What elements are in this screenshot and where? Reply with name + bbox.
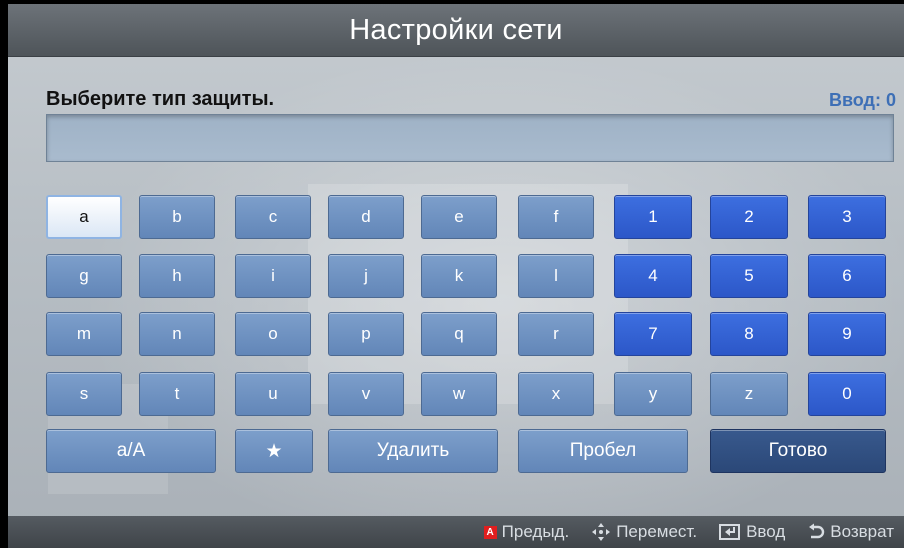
key-2[interactable]: 2	[710, 195, 788, 239]
key-s[interactable]: s	[46, 372, 122, 416]
hint-previous[interactable]: A Предыд.	[483, 522, 570, 542]
key-h[interactable]: h	[139, 254, 215, 298]
hint-return[interactable]: Возврат	[807, 522, 894, 542]
enter-icon	[719, 523, 741, 541]
delete-key[interactable]: Удалить	[328, 429, 498, 473]
key-g[interactable]: g	[46, 254, 122, 298]
key-f[interactable]: f	[518, 195, 594, 239]
input-counter: Ввод: 0	[828, 90, 896, 110]
key-c[interactable]: c	[235, 195, 311, 239]
red-badge-label: A	[483, 525, 497, 539]
hint-move-label: Перемест.	[616, 522, 698, 541]
key-a[interactable]: a	[46, 195, 122, 239]
star-key[interactable]: ★	[235, 429, 313, 473]
hint-enter-label: Ввод	[746, 522, 786, 541]
key-7[interactable]: 7	[614, 312, 692, 356]
key-q[interactable]: q	[421, 312, 497, 356]
key-w[interactable]: w	[421, 372, 497, 416]
key-r[interactable]: r	[518, 312, 594, 356]
space-key[interactable]: Пробел	[518, 429, 688, 473]
footer-hints: A Предыд. Перемест. Ввод Возврат	[8, 516, 904, 548]
key-l[interactable]: l	[518, 254, 594, 298]
key-b[interactable]: b	[139, 195, 215, 239]
key-9[interactable]: 9	[808, 312, 886, 356]
key-v[interactable]: v	[328, 372, 404, 416]
red-a-button-icon: A	[483, 525, 497, 539]
key-d[interactable]: d	[328, 195, 404, 239]
key-e[interactable]: e	[421, 195, 497, 239]
key-j[interactable]: j	[328, 254, 404, 298]
case-toggle-key[interactable]: a/A	[46, 429, 216, 473]
text-input[interactable]	[46, 114, 894, 162]
key-n[interactable]: n	[139, 312, 215, 356]
key-0[interactable]: 0	[808, 372, 886, 416]
key-p[interactable]: p	[328, 312, 404, 356]
key-m[interactable]: m	[46, 312, 122, 356]
key-u[interactable]: u	[235, 372, 311, 416]
key-i[interactable]: i	[235, 254, 311, 298]
key-3[interactable]: 3	[808, 195, 886, 239]
key-k[interactable]: k	[421, 254, 497, 298]
key-8[interactable]: 8	[710, 312, 788, 356]
prompt-label: Выберите тип защиты.	[46, 88, 275, 110]
hint-enter[interactable]: Ввод	[719, 522, 785, 542]
screen: Настройки сети Выберите тип защиты. Ввод…	[8, 4, 904, 548]
title-bar: Настройки сети	[8, 4, 904, 57]
key-x[interactable]: x	[518, 372, 594, 416]
hint-return-label: Возврат	[830, 522, 894, 541]
key-t[interactable]: t	[139, 372, 215, 416]
done-key[interactable]: Готово	[710, 429, 886, 473]
page-title: Настройки сети	[349, 13, 563, 46]
key-o[interactable]: o	[235, 312, 311, 356]
key-5[interactable]: 5	[710, 254, 788, 298]
hint-move[interactable]: Перемест.	[591, 522, 697, 542]
hint-previous-label: Предыд.	[501, 522, 570, 541]
key-4[interactable]: 4	[614, 254, 692, 298]
key-1[interactable]: 1	[614, 195, 692, 239]
arrows-icon	[591, 522, 611, 542]
key-6[interactable]: 6	[808, 254, 886, 298]
key-y[interactable]: y	[614, 372, 692, 416]
return-arrow-icon	[807, 523, 825, 541]
key-z[interactable]: z	[710, 372, 788, 416]
